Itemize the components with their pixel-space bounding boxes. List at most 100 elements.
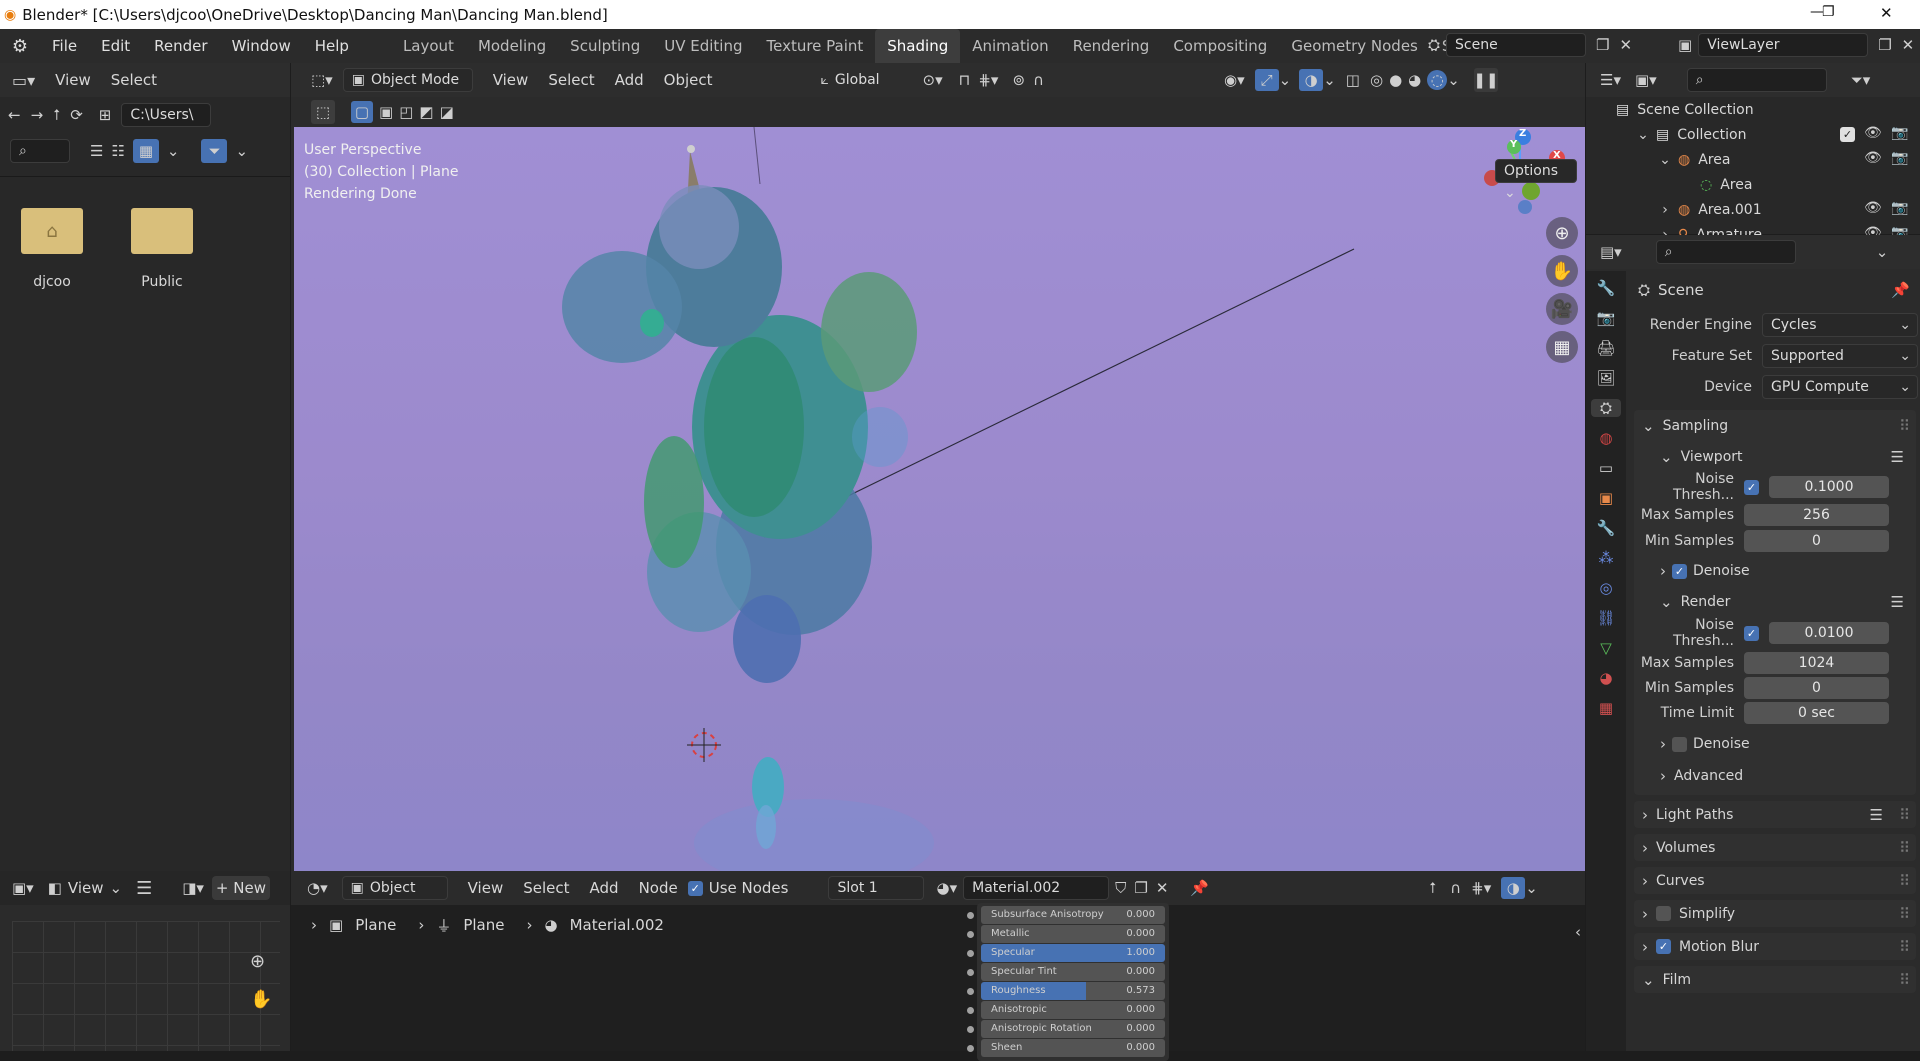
node-input-row[interactable]: Anisotropic Rotation 0.000: [967, 1020, 1165, 1038]
input-socket-icon[interactable]: [967, 988, 974, 995]
editor-type-icon[interactable]: ◔▾: [307, 879, 328, 897]
breadcrumb-mesh[interactable]: Plane: [463, 916, 504, 934]
input-socket-icon[interactable]: [967, 969, 974, 976]
node-slider[interactable]: Subsurface Anisotropy 0.000: [981, 906, 1165, 924]
select-new-icon[interactable]: ▢: [351, 101, 373, 123]
visibility-icon[interactable]: ◉▾: [1224, 71, 1245, 89]
display-mode-icon[interactable]: ▣▾: [1635, 71, 1657, 89]
render-tab-icon[interactable]: 📷: [1597, 309, 1616, 327]
render-engine-dropdown[interactable]: Cycles ⌄: [1762, 312, 1918, 337]
chevron-down-icon[interactable]: ⌄: [1447, 71, 1460, 89]
parent-node-tree-icon[interactable]: ⭡: [1429, 879, 1436, 897]
new-viewlayer-icon[interactable]: ❐: [1878, 36, 1891, 54]
constraints-tab-icon[interactable]: ⛓: [1596, 609, 1615, 627]
select-invert-icon[interactable]: ◩: [419, 103, 433, 121]
filter-icon[interactable]: ⏷: [201, 139, 228, 163]
ne-view-menu[interactable]: View: [458, 871, 514, 905]
node-slider[interactable]: Metallic 0.000: [981, 925, 1165, 943]
delete-scene-icon[interactable]: ✕: [1619, 36, 1632, 54]
texture-tab-icon[interactable]: ▦: [1599, 699, 1613, 717]
output-tab-icon[interactable]: 🖨: [1596, 339, 1615, 357]
preset-list-icon[interactable]: ☰: [1891, 593, 1904, 611]
menu-render[interactable]: Render: [142, 29, 219, 63]
editor-type-icon[interactable]: ▭▾: [12, 71, 35, 90]
snap-icon[interactable]: ⊓: [959, 71, 971, 89]
render-subheader[interactable]: ⌄ Render ☰: [1634, 588, 1916, 616]
object-tab-icon[interactable]: ▣: [1599, 489, 1613, 507]
panel-simplify[interactable]: › Simplify ⠿: [1634, 900, 1916, 927]
new-scene-icon[interactable]: ❐: [1596, 36, 1609, 54]
slot-dropdown[interactable]: Slot 1: [828, 876, 925, 900]
render-camera-icon[interactable]: 📷: [1891, 200, 1908, 216]
node-slider[interactable]: Sheen 0.000: [981, 1039, 1165, 1057]
ne-add-menu[interactable]: Add: [580, 871, 629, 905]
vp-min-field[interactable]: 0: [1744, 530, 1889, 552]
node-slider[interactable]: Roughness 0.573: [981, 982, 1165, 1000]
node-input-row[interactable]: Subsurface Anisotropy 0.000: [967, 906, 1165, 924]
principled-bsdf-node[interactable]: Subsurface Anisotropy 0.000 Metallic 0.000 S…: [967, 903, 1169, 1061]
advanced-row[interactable]: › Advanced: [1634, 763, 1916, 789]
drag-handle-icon[interactable]: ⠿: [1899, 872, 1910, 890]
delete-viewlayer-icon[interactable]: ✕: [1902, 36, 1915, 54]
chevron-down-icon[interactable]: ⌄: [1323, 71, 1336, 89]
fb-view-menu[interactable]: View: [45, 63, 101, 97]
material-browse-icon[interactable]: ◕▾: [936, 879, 957, 897]
data-tab-icon[interactable]: ▽: [1600, 639, 1612, 657]
chevron-down-icon[interactable]: ⌄: [1525, 879, 1538, 897]
input-socket-icon[interactable]: [967, 1007, 974, 1014]
editor-type-icon[interactable]: ▣▾: [12, 879, 34, 897]
select-subtract-icon[interactable]: ◰: [399, 103, 413, 121]
tab-modeling[interactable]: Modeling: [466, 29, 558, 63]
gizmo-toggle-icon[interactable]: ⤢: [1254, 69, 1279, 91]
pivot-icon[interactable]: ⊙▾: [923, 71, 943, 89]
outliner-search-input[interactable]: ⌕: [1686, 68, 1827, 92]
thumbnail-view-icon[interactable]: ▦: [132, 139, 159, 163]
drag-handle-icon[interactable]: ⠿: [1899, 905, 1910, 923]
node-input-row[interactable]: Anisotropic 0.000: [967, 1001, 1165, 1019]
vp-add-menu[interactable]: Add: [605, 63, 654, 97]
r-max-field[interactable]: 1024: [1744, 651, 1889, 674]
view-layer-tab-icon[interactable]: 🖼: [1596, 369, 1615, 387]
fb-path-field[interactable]: C:\Users\: [121, 103, 212, 127]
node-input-row[interactable]: Specular Tint 0.000: [967, 963, 1165, 981]
select-extend-icon[interactable]: ▣: [379, 103, 393, 121]
r-min-field[interactable]: 0: [1744, 676, 1889, 699]
scene-name-field[interactable]: Scene: [1446, 33, 1587, 57]
node-input-row[interactable]: Metallic 0.000: [967, 925, 1165, 943]
preset-list-icon[interactable]: ☰: [1891, 448, 1904, 466]
chevron-down-icon[interactable]: ⌄: [110, 879, 123, 897]
shader-type-dropdown[interactable]: ▣ Object: [341, 876, 448, 900]
ne-select-menu[interactable]: Select: [513, 871, 579, 905]
chevron-right-icon[interactable]: ›: [1660, 562, 1666, 580]
select-tool-icon[interactable]: ⬚: [311, 100, 335, 124]
tab-shading[interactable]: Shading: [875, 29, 961, 63]
neg-z-axis-icon[interactable]: [1518, 200, 1532, 214]
tool-tab-icon[interactable]: 🔧: [1597, 279, 1616, 297]
new-folder-icon[interactable]: ⊞: [99, 106, 112, 124]
node-input-row[interactable]: Roughness 0.573: [967, 982, 1165, 1000]
outliner-row[interactable]: ⌄ ◍ Area 👁 📷: [1586, 147, 1920, 172]
fb-select-menu[interactable]: Select: [101, 63, 167, 97]
fake-user-icon[interactable]: ⛉: [1115, 879, 1126, 897]
vp-view-menu[interactable]: View: [483, 63, 539, 97]
options-dropdown[interactable]: Options ⌄: [1495, 159, 1577, 201]
collection-exclude-checkbox[interactable]: ✓: [1840, 127, 1855, 142]
tab-geometry-nodes[interactable]: Geometry Nodes: [1279, 29, 1430, 63]
menu-file[interactable]: File: [40, 29, 89, 63]
viewport-subheader[interactable]: ⌄ Viewport ☰: [1634, 442, 1916, 472]
chevron-down-icon[interactable]: ⌄: [1876, 243, 1889, 261]
image-browse-icon[interactable]: ◨▾: [182, 879, 204, 897]
snap-grid-icon[interactable]: ⋕▾: [1471, 879, 1491, 897]
solid-shading-icon[interactable]: ●: [1389, 71, 1402, 89]
drag-handle-icon[interactable]: ⠿: [1899, 839, 1910, 857]
hand-pan-icon[interactable]: ✋: [250, 989, 272, 1010]
use-nodes-checkbox[interactable]: ✓: [687, 880, 703, 896]
input-socket-icon[interactable]: [967, 950, 974, 957]
panel-volumes[interactable]: › Volumes ⠿: [1634, 834, 1916, 861]
collection-tab-icon[interactable]: ▭: [1599, 459, 1613, 477]
menu-window[interactable]: Window: [220, 29, 303, 63]
tab-sculpting[interactable]: Sculpting: [558, 29, 652, 63]
feature-set-dropdown[interactable]: Supported ⌄: [1762, 343, 1918, 368]
input-socket-icon[interactable]: [967, 931, 974, 938]
panel-motion-blur[interactable]: › ✓ Motion Blur ⠿: [1634, 933, 1916, 960]
